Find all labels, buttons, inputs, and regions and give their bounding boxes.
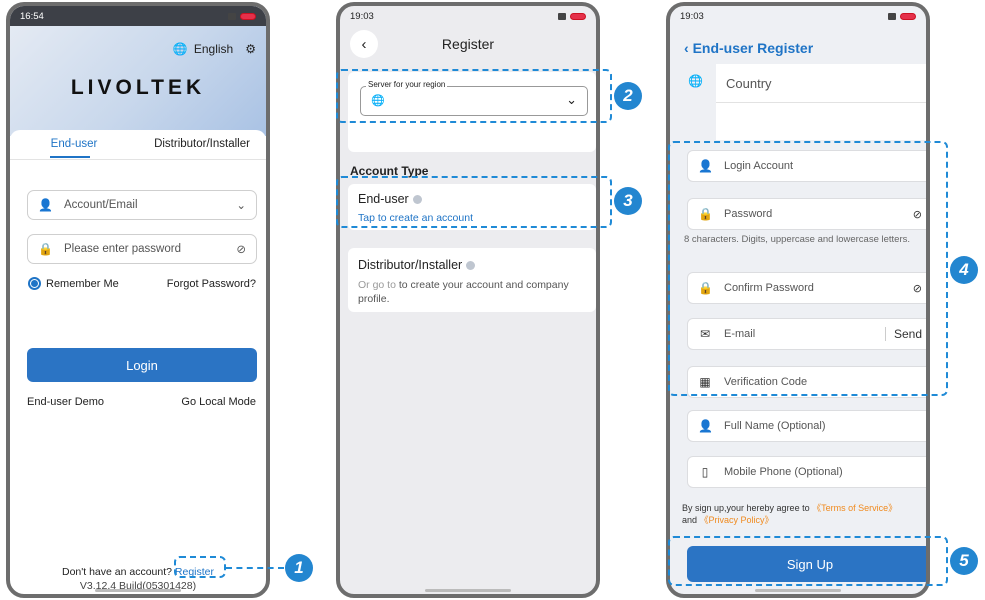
mobile-placeholder: Mobile Phone (Optional) bbox=[724, 466, 843, 478]
account-placeholder: Account/Email bbox=[64, 199, 138, 211]
signal-icon bbox=[558, 12, 566, 20]
full-name-input[interactable]: 👤 Full Name (Optional) bbox=[687, 410, 926, 442]
tab-end-user[interactable]: End-user bbox=[10, 130, 138, 159]
callout-box-register bbox=[174, 556, 226, 578]
globe-icon: 🌐 bbox=[688, 74, 703, 88]
status-time: 16:54 bbox=[20, 10, 44, 22]
language-label: English bbox=[193, 42, 234, 56]
terms-text: By sign up,your hereby agree to 《Terms o… bbox=[682, 502, 926, 526]
lock-icon: 🔒 bbox=[38, 242, 53, 256]
page-title: ‹ End-user Register bbox=[684, 40, 813, 56]
status-bar: 19:03 bbox=[340, 6, 596, 26]
back-chevron-icon[interactable]: ‹ bbox=[684, 40, 689, 56]
gear-icon[interactable]: ⚙ bbox=[245, 42, 256, 56]
no-account-text: Don't have an account? bbox=[61, 566, 172, 578]
tab-distributor[interactable]: Distributor/Installer bbox=[138, 130, 266, 159]
battery-icon bbox=[240, 12, 256, 20]
privacy-link[interactable]: 《Privacy Policy》 bbox=[700, 515, 774, 525]
account-tabs: End-user Distributor/Installer bbox=[10, 130, 266, 160]
mobile-phone-input[interactable]: ▯ Mobile Phone (Optional) bbox=[687, 456, 926, 488]
demo-link[interactable]: End-user Demo bbox=[27, 396, 104, 408]
phone-icon: ▯ bbox=[701, 465, 709, 479]
home-indicator bbox=[95, 589, 181, 592]
terms-link[interactable]: 《Terms of Service》 bbox=[812, 503, 897, 513]
callout-1: 1 bbox=[285, 554, 313, 582]
page-title-text: End-user Register bbox=[692, 40, 814, 56]
remember-me[interactable]: Remember Me bbox=[28, 277, 119, 290]
country-select[interactable]: Country bbox=[716, 64, 926, 140]
callout-5: 5 bbox=[950, 547, 978, 575]
battery-icon bbox=[900, 12, 916, 20]
distributor-card[interactable]: Distributor/Installer Or go to to create… bbox=[348, 248, 596, 312]
battery-icon bbox=[570, 12, 586, 20]
language-selector[interactable]: 🌐 English ⚙ bbox=[173, 42, 256, 56]
status-bar: 16:54 bbox=[10, 6, 266, 26]
callout-box-signup bbox=[668, 536, 948, 586]
signal-icon bbox=[888, 12, 896, 20]
status-time: 19:03 bbox=[680, 10, 704, 22]
signal-icon bbox=[228, 12, 236, 20]
callout-2: 2 bbox=[614, 82, 642, 110]
login-header: 16:54 🌐 English ⚙ LIVOLTEK bbox=[10, 6, 266, 136]
help-icon[interactable] bbox=[466, 261, 476, 271]
chevron-down-icon[interactable]: ⌄ bbox=[236, 198, 246, 212]
terms-and: and bbox=[682, 515, 700, 525]
distributor-prefix: Or go to bbox=[358, 279, 396, 291]
callout-3: 3 bbox=[614, 187, 642, 215]
tab-indicator bbox=[50, 156, 90, 158]
callout-box-server bbox=[336, 69, 612, 123]
home-indicator bbox=[755, 589, 841, 592]
eye-off-icon[interactable]: ⊘ bbox=[236, 242, 246, 256]
callout-line-1 bbox=[226, 567, 284, 569]
local-mode-link[interactable]: Go Local Mode bbox=[181, 396, 256, 408]
home-indicator bbox=[425, 589, 511, 592]
status-bar: 19:03 bbox=[670, 6, 926, 26]
distributor-title: Distributor/Installer bbox=[358, 258, 463, 272]
country-label: Country bbox=[726, 76, 772, 91]
user-icon: 👤 bbox=[698, 419, 713, 433]
terms-prefix: By sign up,your hereby agree to bbox=[682, 503, 813, 513]
status-time: 19:03 bbox=[350, 10, 374, 22]
logo: LIVOLTEK bbox=[70, 76, 206, 99]
forgot-password-link[interactable]: Forgot Password? bbox=[167, 278, 256, 290]
login-screen: 16:54 🌐 English ⚙ LIVOLTEK End-user Dist… bbox=[6, 2, 270, 598]
page-title: Register bbox=[441, 36, 495, 52]
password-input[interactable]: 🔒 Please enter password ⊘ bbox=[27, 234, 257, 264]
user-icon: 👤 bbox=[38, 198, 53, 212]
account-input[interactable]: 👤 Account/Email ⌄ bbox=[27, 190, 257, 220]
login-button[interactable]: Login bbox=[27, 348, 257, 382]
callout-4: 4 bbox=[950, 256, 978, 284]
globe-icon: 🌐 bbox=[172, 42, 188, 56]
callout-box-fields bbox=[668, 141, 948, 396]
remember-me-label: Remember Me bbox=[46, 277, 119, 290]
password-placeholder: Please enter password bbox=[64, 243, 181, 255]
full-name-placeholder: Full Name (Optional) bbox=[724, 420, 826, 432]
callout-box-enduser bbox=[336, 176, 612, 228]
radio-checked-icon[interactable] bbox=[28, 277, 41, 290]
